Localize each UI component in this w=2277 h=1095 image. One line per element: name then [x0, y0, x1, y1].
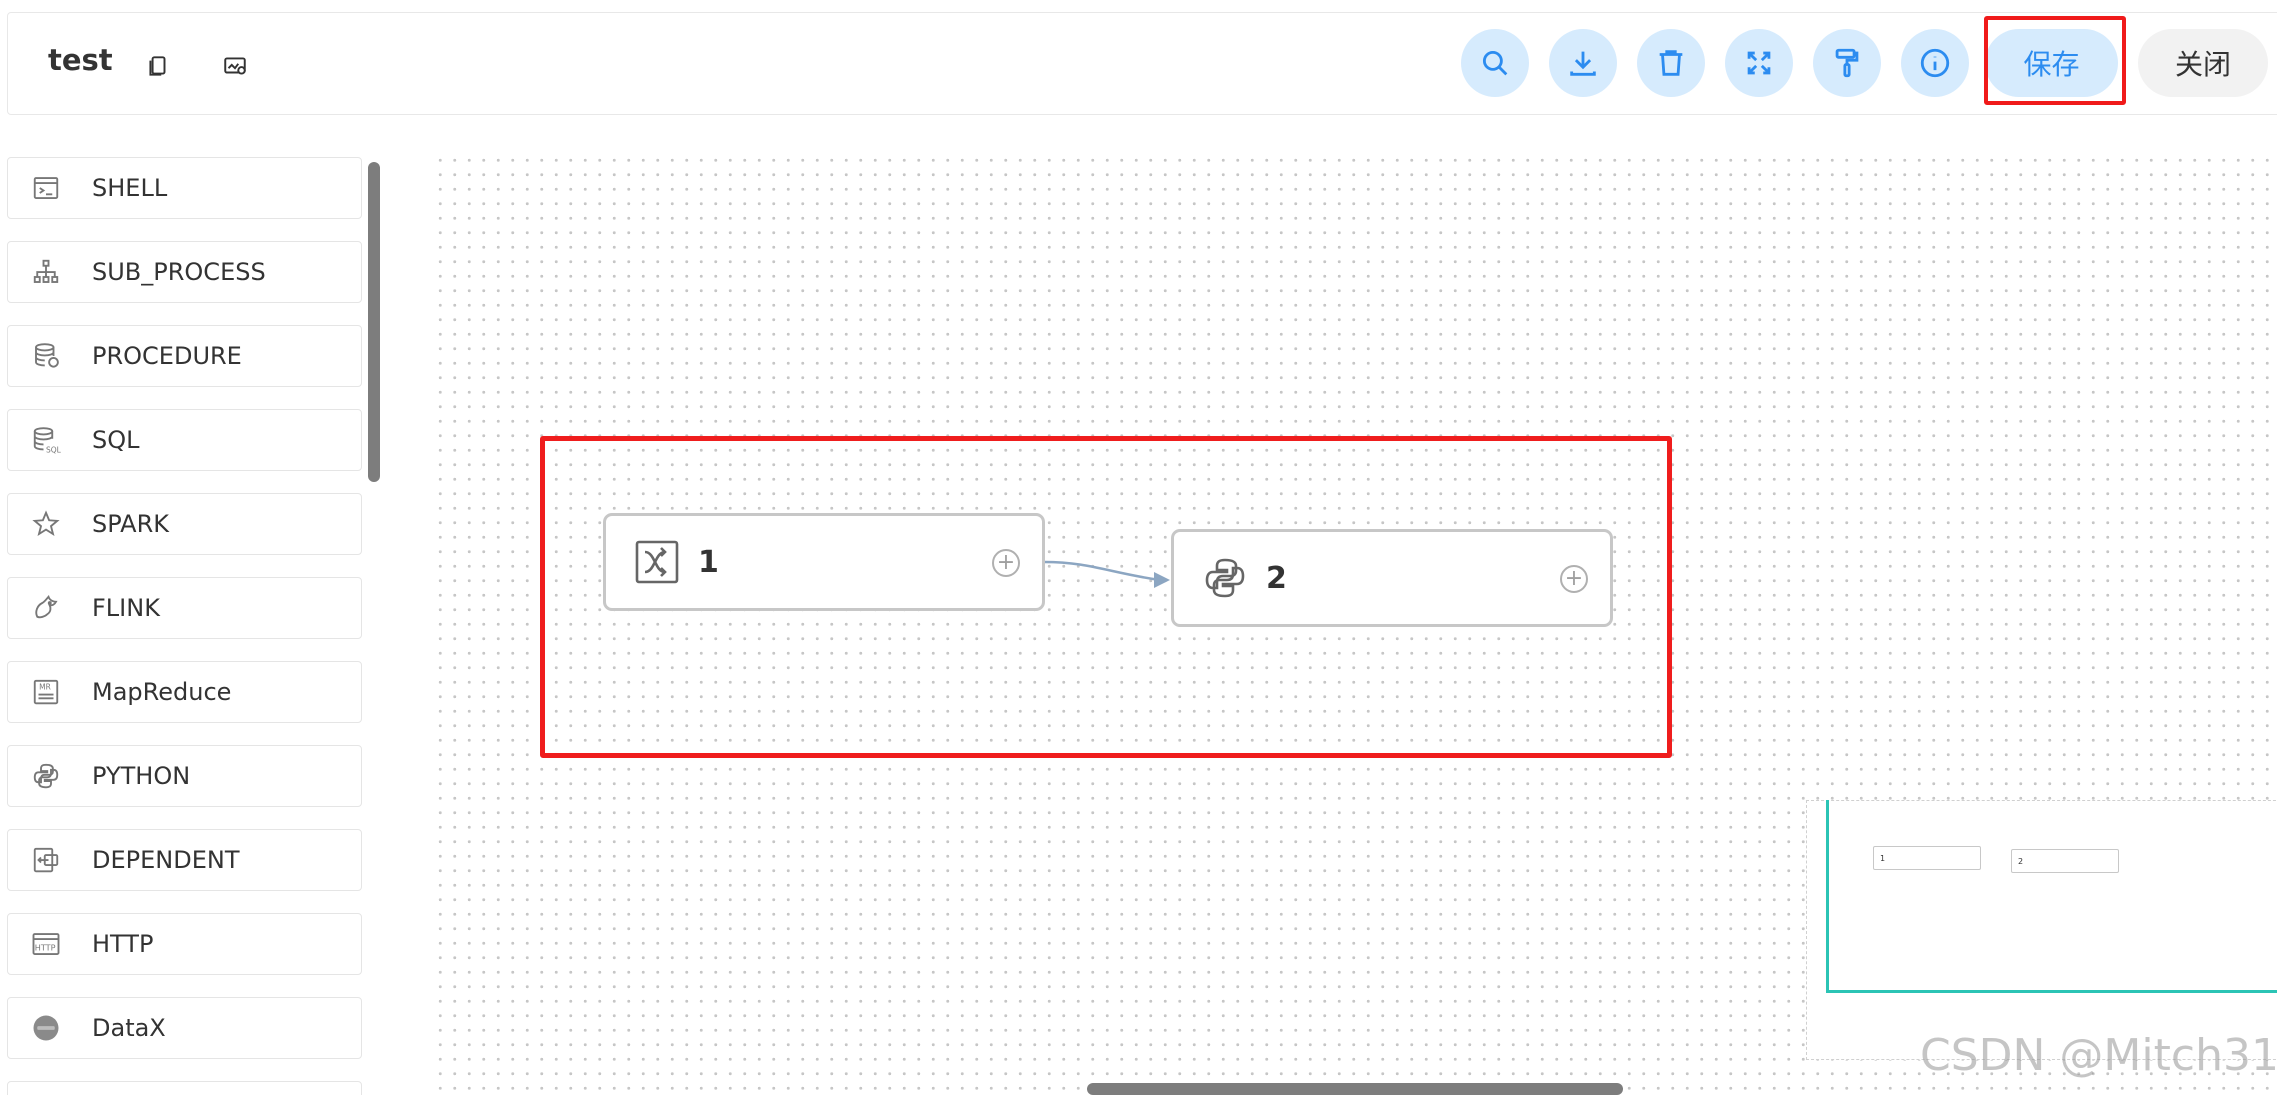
info-icon: [1918, 46, 1952, 80]
workflow-title: test: [48, 43, 113, 77]
svg-text:MR: MR: [39, 683, 51, 692]
fullscreen-icon: [1742, 46, 1776, 80]
sub-process-icon: [30, 256, 62, 288]
delete-icon: [1654, 46, 1688, 80]
save-button[interactable]: 保存: [1985, 29, 2118, 97]
switch-icon: [632, 537, 682, 587]
add-downstream-icon[interactable]: +: [1560, 565, 1588, 593]
view-variables-icon[interactable]: [220, 51, 250, 81]
task-item-more[interactable]: [7, 1081, 362, 1095]
task-item-label: SUB_PROCESS: [92, 258, 266, 286]
dependent-icon: [30, 844, 62, 876]
search-button[interactable]: [1461, 29, 1529, 97]
task-item-label: HTTP: [92, 930, 154, 958]
add-downstream-icon[interactable]: +: [992, 549, 1020, 577]
dag-node-label: 1: [698, 544, 719, 580]
search-icon: [1478, 46, 1512, 80]
flink-icon: [30, 592, 62, 624]
task-item-datax[interactable]: DataX: [7, 997, 362, 1059]
task-item-label: PYTHON: [92, 762, 191, 790]
task-item-dependent[interactable]: DEPENDENT: [7, 829, 362, 891]
spark-icon: [30, 508, 62, 540]
task-item-label: MapReduce: [92, 678, 232, 706]
task-item-label: SPARK: [92, 510, 170, 538]
format-button[interactable]: [1813, 29, 1881, 97]
datax-icon: [30, 1012, 62, 1044]
task-item-label: DataX: [92, 1014, 166, 1042]
sql-icon: SQL: [30, 424, 62, 456]
canvas-horizontal-scrollbar[interactable]: [1087, 1083, 1623, 1095]
procedure-icon: [30, 340, 62, 372]
python-icon: [30, 760, 62, 792]
dag-node-2[interactable]: 2 +: [1171, 529, 1613, 627]
task-item-python[interactable]: PYTHON: [7, 745, 362, 807]
copy-name-icon[interactable]: [143, 51, 173, 81]
task-item-sub-process[interactable]: SUB_PROCESS: [7, 241, 362, 303]
minimap-viewport[interactable]: [1826, 800, 2277, 993]
fullscreen-button[interactable]: [1725, 29, 1793, 97]
task-type-sidebar: SHELL SUB_PROCESS PROCEDURE SQL SQL SPAR…: [0, 150, 380, 1095]
task-item-shell[interactable]: SHELL: [7, 157, 362, 219]
dag-node-label: 2: [1266, 560, 1287, 596]
sidebar-scrollbar[interactable]: [368, 162, 380, 482]
format-icon: [1830, 46, 1864, 80]
task-item-flink[interactable]: FLINK: [7, 577, 362, 639]
svg-text:SQL: SQL: [46, 446, 61, 455]
task-item-sql[interactable]: SQL SQL: [7, 409, 362, 471]
download-button[interactable]: [1549, 29, 1617, 97]
mapreduce-icon: MR: [30, 676, 62, 708]
dag-node-1[interactable]: 1 +: [603, 513, 1045, 611]
task-item-mapreduce[interactable]: MR MapReduce: [7, 661, 362, 723]
task-item-label: PROCEDURE: [92, 342, 242, 370]
info-button[interactable]: [1901, 29, 1969, 97]
task-item-label: SHELL: [92, 174, 168, 202]
shell-icon: [30, 172, 62, 204]
python-icon: [1200, 553, 1250, 603]
task-item-spark[interactable]: SPARK: [7, 493, 362, 555]
delete-button[interactable]: [1637, 29, 1705, 97]
task-item-label: DEPENDENT: [92, 846, 240, 874]
task-item-label: SQL: [92, 426, 140, 454]
close-button[interactable]: 关闭: [2138, 29, 2268, 97]
task-item-procedure[interactable]: PROCEDURE: [7, 325, 362, 387]
task-item-http[interactable]: HTTP HTTP: [7, 913, 362, 975]
task-item-label: FLINK: [92, 594, 160, 622]
http-icon: HTTP: [30, 928, 62, 960]
watermark: CSDN @Mitch311: [1920, 1030, 2277, 1081]
download-icon: [1566, 46, 1600, 80]
svg-text:HTTP: HTTP: [35, 942, 56, 952]
